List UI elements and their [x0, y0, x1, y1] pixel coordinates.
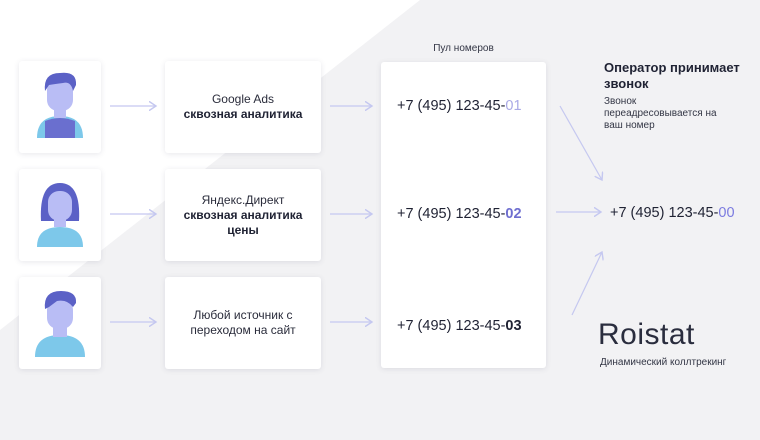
roistat-logo: Roistat [598, 318, 695, 351]
operator-number-suffix: 00 [718, 205, 735, 221]
operator-title: Оператор принимает звонок [604, 60, 740, 91]
arrow-pool-to-operator-bottom [571, 252, 602, 316]
arrow-pool-to-operator-top [559, 105, 602, 180]
operator-number: +7 (495) 123-45-00 [610, 205, 735, 221]
operator-subtitle: Звонок переадресовывается на ваш номер [604, 96, 717, 131]
brand-tagline: Динамический коллтрекинг [600, 357, 727, 368]
